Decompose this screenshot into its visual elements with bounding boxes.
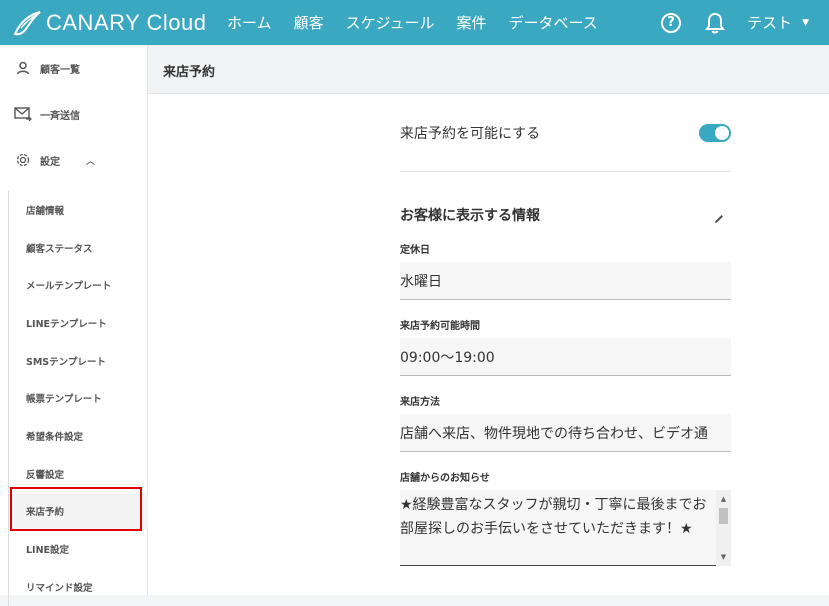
nav-schedule[interactable]: スケジュール	[346, 12, 435, 33]
canary-bird-icon	[13, 10, 41, 35]
settings-submenu: 店舗情報 顧客ステータス メールテンプレート LINEテンプレート SMSテンプ…	[8, 191, 148, 606]
submenu-customer-status[interactable]: 顧客ステータス	[9, 229, 148, 267]
toggle-row: 来店予約を可能にする	[400, 94, 731, 172]
scroll-thumb[interactable]	[719, 508, 728, 524]
store-notice-text: ★経験豊富なスタッフが親切・丁寧に最後までお部屋探しのお手伝いをさせていただきま…	[400, 497, 707, 537]
scroll-down-arrow-icon[interactable]: ▼	[716, 550, 731, 564]
reservation-hours-field: 09:00〜19:00	[400, 338, 731, 376]
main-nav: ホーム 顧客 スケジュール 案件 データベース	[227, 12, 620, 33]
visit-method-field: 店舗へ来店、物件現地での待ち合わせ、ビデオ通	[400, 414, 731, 452]
closed-day-field: 水曜日	[400, 262, 731, 300]
help-icon[interactable]: ?	[661, 12, 682, 33]
scrollbar[interactable]: ▲ ▼	[716, 490, 731, 566]
bell-icon[interactable]	[705, 12, 725, 34]
submenu-line-settings[interactable]: LINE設定	[9, 530, 148, 568]
user-name: テスト	[747, 14, 793, 32]
page-header: 来店予約	[148, 45, 829, 94]
submenu-sms-template[interactable]: SMSテンプレート	[9, 342, 148, 380]
submenu-line-template[interactable]: LINEテンプレート	[9, 304, 148, 342]
submenu-mail-template[interactable]: メールテンプレート	[9, 266, 148, 304]
sidebar-item-label: 一斉送信	[40, 110, 80, 122]
field-label-reservation-hours: 来店予約可能時間	[400, 320, 480, 332]
field-label-closed-day: 定休日	[400, 244, 430, 256]
sidebar-item-label: 顧客一覧	[40, 64, 80, 76]
reservation-form: 来店予約を可能にする お客様に表示する情報 定休日 水曜日 来店予約可能時間 0…	[400, 94, 731, 566]
nav-customers[interactable]: 顧客	[294, 12, 324, 33]
sidebar-item-settings[interactable]: 設定 ︿	[0, 137, 147, 183]
chevron-up-icon[interactable]: ︿	[86, 154, 95, 167]
submenu-store-info[interactable]: 店舗情報	[9, 191, 148, 229]
sidebar-item-bulk-send[interactable]: 一斉送信	[0, 91, 147, 137]
header-actions: ? テスト ▼	[661, 0, 829, 45]
main-content: 来店予約を可能にする お客様に表示する情報 定休日 水曜日 来店予約可能時間 0…	[148, 94, 829, 595]
nav-database[interactable]: データベース	[509, 12, 598, 33]
sidebar-item-customer-list[interactable]: 顧客一覧	[0, 45, 147, 91]
caret-down-icon: ▼	[802, 17, 809, 28]
logo[interactable]: CANARY Cloud	[12, 9, 212, 37]
field-label-visit-method: 来店方法	[400, 396, 440, 408]
pencil-icon[interactable]	[713, 213, 725, 225]
sidebar-item-label: 設定	[40, 156, 60, 168]
submenu-preference-settings[interactable]: 希望条件設定	[9, 417, 148, 455]
mail-send-icon	[14, 106, 32, 122]
nav-home[interactable]: ホーム	[227, 12, 272, 33]
page-title: 来店予約	[163, 65, 216, 80]
section-header: お客様に表示する情報	[400, 172, 731, 234]
scroll-up-arrow-icon[interactable]: ▲	[716, 492, 731, 506]
submenu-form-template[interactable]: 帳票テンプレート	[9, 379, 148, 417]
submenu-reminder-settings[interactable]: リマインド設定	[9, 568, 148, 606]
highlight-box	[10, 487, 142, 531]
section-title: お客様に表示する情報	[400, 208, 540, 224]
nav-cases[interactable]: 案件	[457, 12, 487, 33]
reservation-toggle[interactable]	[699, 123, 731, 142]
user-menu[interactable]: テスト ▼	[747, 12, 809, 33]
field-label-store-notice: 店舗からのお知らせ	[400, 472, 490, 484]
top-header: CANARY Cloud ホーム 顧客 スケジュール 案件 データベース ? テ…	[0, 0, 829, 45]
store-notice-textarea[interactable]: ★経験豊富なスタッフが親切・丁寧に最後までお部屋探しのお手伝いをさせていただきま…	[400, 490, 731, 566]
person-icon	[14, 60, 32, 76]
toggle-label: 来店予約を可能にする	[400, 125, 541, 142]
gear-icon	[14, 152, 32, 168]
logo-text: CANARY Cloud	[46, 9, 207, 35]
